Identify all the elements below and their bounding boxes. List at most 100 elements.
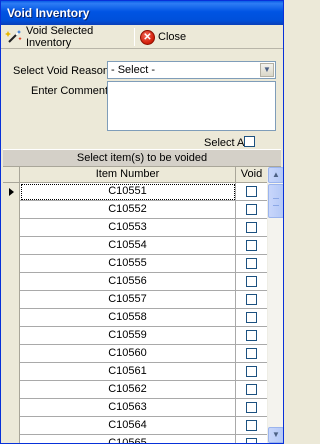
item-number-cell[interactable]: C10561 — [20, 363, 236, 381]
select-all-label: Select All — [204, 137, 250, 149]
row-selector[interactable] — [3, 309, 20, 327]
scroll-up-button[interactable]: ▲ — [268, 167, 283, 183]
toolbar: Void Selected Inventory ✕ Close — [1, 25, 283, 49]
row-selector[interactable] — [3, 345, 20, 363]
void-checkbox[interactable] — [246, 384, 257, 395]
table-row[interactable]: C10564 — [3, 417, 267, 435]
void-cell — [236, 363, 267, 381]
row-selector[interactable] — [3, 255, 20, 273]
scroll-down-button[interactable]: ▼ — [268, 427, 283, 443]
void-checkbox[interactable] — [246, 276, 257, 287]
close-button[interactable]: ✕ Close — [138, 27, 188, 47]
table-row[interactable]: C10551 — [3, 183, 267, 201]
row-selector[interactable] — [3, 381, 20, 399]
item-number-cell[interactable]: C10552 — [20, 201, 236, 219]
void-cell — [236, 435, 267, 443]
void-checkbox[interactable] — [246, 312, 257, 323]
item-number-cell[interactable]: C10558 — [20, 309, 236, 327]
void-selected-inventory-button[interactable]: Void Selected Inventory — [5, 25, 133, 49]
row-selector[interactable] — [3, 201, 20, 219]
void-reason-select[interactable]: - Select - ▼ — [107, 61, 276, 79]
item-number-cell[interactable]: C10555 — [20, 255, 236, 273]
void-checkbox[interactable] — [246, 366, 257, 377]
row-selector[interactable] — [3, 291, 20, 309]
item-number-cell[interactable]: C10560 — [20, 345, 236, 363]
row-selector[interactable] — [3, 417, 20, 435]
void-cell — [236, 273, 267, 291]
row-selector[interactable] — [3, 363, 20, 381]
window-title: Void Inventory — [7, 6, 90, 20]
column-header-item-number[interactable]: Item Number — [20, 167, 236, 183]
table-row[interactable]: C10563 — [3, 399, 267, 417]
item-number-cell[interactable]: C10565 — [20, 435, 236, 443]
item-number-cell[interactable]: C10554 — [20, 237, 236, 255]
void-checkbox[interactable] — [246, 258, 257, 269]
toolbar-separator — [134, 28, 135, 46]
void-checkbox[interactable] — [246, 222, 257, 233]
comments-field[interactable] — [107, 81, 276, 131]
table-row[interactable]: C10552 — [3, 201, 267, 219]
void-cell — [236, 417, 267, 435]
void-checkbox[interactable] — [246, 204, 257, 215]
scroll-thumb[interactable] — [268, 184, 283, 218]
table-row[interactable]: C10561 — [3, 363, 267, 381]
item-number-cell[interactable]: C10553 — [20, 219, 236, 237]
row-selector[interactable] — [3, 435, 20, 443]
void-checkbox[interactable] — [246, 420, 257, 431]
row-selector[interactable] — [3, 237, 20, 255]
select-all-checkbox[interactable] — [244, 136, 255, 147]
void-cell — [236, 183, 267, 201]
table-row[interactable]: C10553 — [3, 219, 267, 237]
item-number-cell[interactable]: C10563 — [20, 399, 236, 417]
item-number-cell[interactable]: C10562 — [20, 381, 236, 399]
grid-header: Item Number Void — [3, 167, 267, 183]
items-grid: Item Number Void C10551 C10552 C10553 C1055… — [3, 167, 267, 443]
void-checkbox[interactable] — [246, 402, 257, 413]
table-row[interactable]: C10554 — [3, 237, 267, 255]
grid-rows: C10551 C10552 C10553 C10554 C10555 C10556 C105… — [3, 183, 267, 443]
void-checkbox[interactable] — [246, 240, 257, 251]
close-circle-icon: ✕ — [140, 29, 155, 45]
comments-label: Enter Comments: — [31, 85, 117, 97]
title-bar[interactable]: Void Inventory — [1, 1, 283, 25]
void-checkbox[interactable] — [246, 438, 257, 443]
item-number-cell[interactable]: C10559 — [20, 327, 236, 345]
void-cell — [236, 327, 267, 345]
row-selector-header — [3, 167, 20, 183]
table-row[interactable]: C10557 — [3, 291, 267, 309]
table-row[interactable]: C10562 — [3, 381, 267, 399]
table-row[interactable]: C10556 — [3, 273, 267, 291]
void-cell — [236, 381, 267, 399]
void-checkbox[interactable] — [246, 348, 257, 359]
void-inventory-window: Void Inventory Void Selected Inventory ✕… — [0, 0, 284, 444]
row-selector[interactable] — [3, 327, 20, 345]
magic-wand-icon — [5, 29, 23, 45]
void-cell — [236, 237, 267, 255]
table-row[interactable]: C10565 — [3, 435, 267, 443]
item-number-cell[interactable]: C10551 — [20, 183, 236, 201]
void-button-label: Void Selected Inventory — [26, 25, 94, 49]
void-cell — [236, 291, 267, 309]
item-number-cell[interactable]: C10557 — [20, 291, 236, 309]
table-row[interactable]: C10558 — [3, 309, 267, 327]
void-reason-label: Select Void Reason : — [13, 65, 116, 77]
void-checkbox[interactable] — [246, 330, 257, 341]
row-selector[interactable] — [3, 273, 20, 291]
void-cell — [236, 255, 267, 273]
void-checkbox[interactable] — [246, 186, 257, 197]
chevron-down-icon[interactable]: ▼ — [260, 63, 274, 77]
table-row[interactable]: C10560 — [3, 345, 267, 363]
void-cell — [236, 201, 267, 219]
void-checkbox[interactable] — [246, 294, 257, 305]
column-header-void[interactable]: Void — [236, 167, 267, 183]
table-row[interactable]: C10555 — [3, 255, 267, 273]
close-button-label: Close — [158, 31, 187, 43]
item-number-cell[interactable]: C10564 — [20, 417, 236, 435]
vertical-scrollbar[interactable]: ▲ ▼ — [267, 167, 283, 443]
item-number-cell[interactable]: C10556 — [20, 273, 236, 291]
row-selector[interactable] — [3, 219, 20, 237]
row-selector[interactable] — [3, 183, 20, 201]
void-cell — [236, 399, 267, 417]
row-selector[interactable] — [3, 399, 20, 417]
table-row[interactable]: C10559 — [3, 327, 267, 345]
